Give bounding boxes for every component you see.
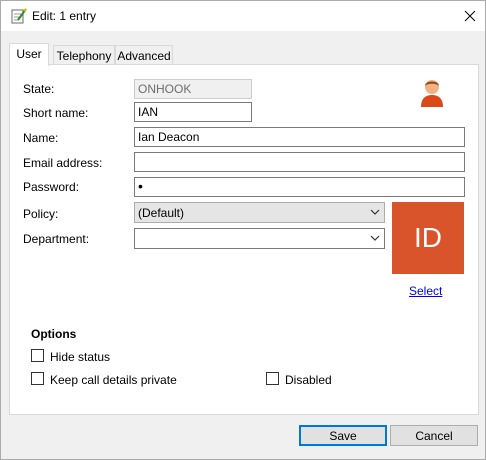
select-avatar-link[interactable]: Select [409,284,442,298]
keep-private-checkbox[interactable] [31,372,44,385]
title-bar: Edit: 1 entry [1,1,485,31]
disabled-checkbox[interactable] [266,372,279,385]
tab-user[interactable]: User [9,43,49,66]
chevron-down-icon [370,235,380,241]
hide-status-label: Hide status [50,350,111,364]
password-label: Password: [23,180,80,194]
edit-entry-dialog: Edit: 1 entry User Telephony Advanced St… [0,0,486,460]
avatar: ID [392,202,464,274]
email-input[interactable] [134,152,465,172]
cancel-button[interactable]: Cancel [390,425,478,446]
department-select[interactable] [134,228,385,249]
save-button-label: Save [329,428,357,443]
chevron-down-icon [370,209,380,215]
user-person-icon [419,77,445,109]
tab-advanced[interactable]: Advanced [115,45,173,65]
name-input[interactable]: Ian Deacon [134,127,465,147]
state-field: ONHOOK [134,79,252,99]
cancel-button-label: Cancel [415,428,453,443]
close-button[interactable] [455,1,485,31]
policy-select[interactable]: (Default) [134,202,385,223]
name-label: Name: [23,131,59,145]
tab-telephony[interactable]: Telephony [53,45,115,65]
password-input[interactable]: • [134,177,465,197]
options-heading: Options [31,327,77,341]
policy-select-value: (Default) [138,206,185,220]
edit-notepad-icon [10,7,28,25]
email-label: Email address: [23,156,103,170]
close-icon [464,10,476,22]
state-label: State: [23,82,55,96]
avatar-initials: ID [414,222,442,253]
disabled-label: Disabled [285,373,332,387]
department-label: Department: [23,232,90,246]
policy-label: Policy: [23,207,59,221]
short-name-label: Short name: [23,106,89,120]
save-button[interactable]: Save [299,425,387,446]
keep-private-label: Keep call details private [50,373,177,387]
window-title: Edit: 1 entry [32,9,97,23]
hide-status-checkbox[interactable] [31,349,44,362]
short-name-input[interactable]: IAN [134,102,252,122]
